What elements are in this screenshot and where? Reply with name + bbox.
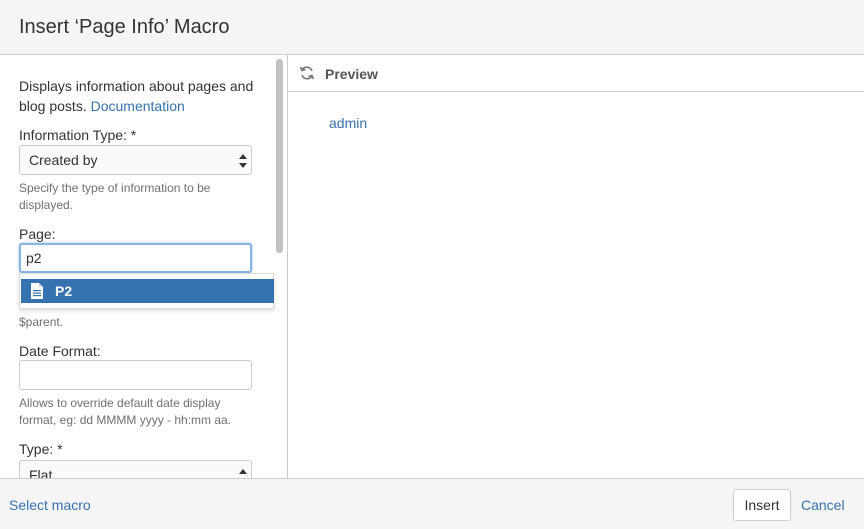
macro-parameters-panel: Displays information about pages and blo… [0, 55, 287, 478]
info-type-value: Created by [29, 152, 98, 168]
page-input[interactable]: p2 [19, 243, 252, 273]
preview-panel: Preview admin [287, 55, 864, 478]
dialog-title: Insert ‘Page Info’ Macro [19, 16, 230, 38]
select-arrows-icon [239, 469, 247, 474]
cancel-link[interactable]: Cancel [801, 497, 845, 513]
refresh-icon[interactable] [299, 65, 315, 81]
scrollbar-thumb[interactable] [276, 59, 283, 253]
page-icon [31, 283, 43, 299]
page-label: Page: [19, 226, 56, 242]
page-help: $parent. [19, 315, 64, 329]
dialog-footer: Select macro Insert Cancel [0, 478, 864, 529]
autocomplete-item[interactable]: P2 [21, 279, 274, 303]
autocomplete-item-label: P2 [55, 283, 73, 299]
date-format-help: Allows to override default date display … [19, 396, 232, 427]
preview-content[interactable]: admin [329, 115, 367, 131]
documentation-link[interactable]: Documentation [91, 98, 185, 114]
date-format-label: Date Format: [19, 343, 101, 359]
type-value: Flat [29, 467, 53, 478]
page-input-value: p2 [26, 250, 42, 266]
type-select[interactable]: Flat [19, 460, 252, 478]
date-format-input[interactable] [19, 360, 252, 390]
parameters-scrollbar[interactable] [274, 57, 284, 476]
type-label: Type: * [19, 441, 63, 457]
preview-header: Preview [288, 55, 864, 92]
info-type-select[interactable]: Created by [19, 145, 252, 175]
dialog-header: Insert ‘Page Info’ Macro [0, 0, 864, 55]
insert-button[interactable]: Insert [733, 489, 791, 521]
macro-description: Displays information about pages and blo… [19, 76, 259, 116]
preview-label: Preview [325, 66, 378, 82]
select-arrows-icon [239, 154, 247, 168]
info-type-label: Information Type: * [19, 127, 137, 143]
info-type-help: Specify the type of information to be di… [19, 181, 211, 212]
select-macro-link[interactable]: Select macro [9, 497, 91, 513]
page-autocomplete-dropdown: P2 [19, 273, 274, 309]
